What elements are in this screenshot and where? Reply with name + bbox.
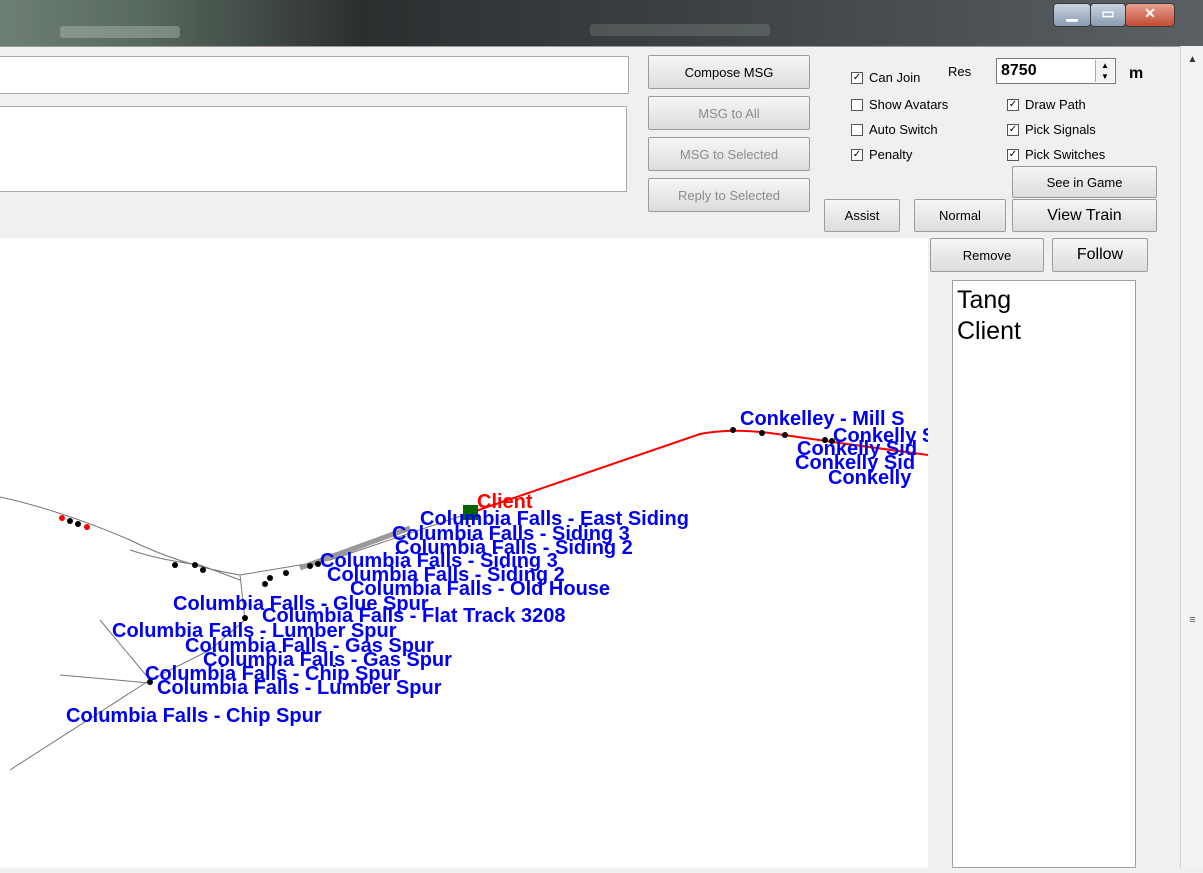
title-blur (60, 26, 180, 38)
auto-switch-checkbox[interactable]: Auto Switch (851, 122, 938, 137)
assist-button[interactable]: Assist (824, 199, 900, 232)
switch-node[interactable] (307, 563, 313, 569)
switch-node[interactable] (759, 430, 765, 436)
signal-node[interactable] (59, 515, 65, 521)
switch-node[interactable] (283, 570, 289, 576)
can-join-label: Can Join (869, 70, 921, 85)
switch-node[interactable] (267, 575, 273, 581)
checkbox-box: ✓ (851, 148, 863, 161)
reply-to-selected-button[interactable]: Reply to Selected (648, 178, 810, 212)
list-item[interactable]: Tang (957, 285, 1135, 316)
pick-signals-checkbox[interactable]: ✓ Pick Signals (1007, 122, 1096, 137)
pick-switches-label: Pick Switches (1025, 147, 1106, 162)
track-map-svg[interactable]: Client Conkelley - Mill S Conkelly Si Co… (0, 238, 941, 868)
maximize-icon: ▭ (1101, 5, 1115, 21)
spin-up-icon[interactable]: ▲ (1096, 60, 1114, 71)
follow-button[interactable]: Follow (1052, 238, 1148, 272)
switch-node[interactable] (200, 567, 206, 573)
track-map[interactable]: Client Conkelley - Mill S Conkelly Si Co… (0, 238, 941, 868)
checkbox-box: ✓ (1007, 148, 1019, 161)
window-titlebar: ▁ ▭ ✕ (0, 0, 1203, 46)
msg-to-all-button[interactable]: MSG to All (648, 96, 810, 130)
remove-button[interactable]: Remove (930, 238, 1044, 272)
switch-node[interactable] (782, 432, 788, 438)
minimize-button[interactable]: ▁ (1053, 3, 1091, 27)
title-blur (590, 24, 770, 36)
scroll-up-icon[interactable]: ▲ (1181, 54, 1203, 65)
track-spur (199, 564, 241, 581)
close-icon: ✕ (1144, 5, 1156, 21)
penalty-label: Penalty (869, 147, 913, 162)
scroll-grip-icon[interactable]: ≡ (1181, 614, 1203, 626)
vertical-scrollbar[interactable]: ▲ ≡ (1180, 46, 1203, 868)
spin-down-icon[interactable]: ▼ (1096, 71, 1114, 82)
minimize-icon: ▁ (1066, 5, 1078, 21)
location-label: Columbia Falls - Lumber Spur (157, 677, 442, 699)
switch-node[interactable] (172, 562, 178, 568)
msg-to-selected-button[interactable]: MSG to Selected (648, 137, 810, 171)
separator (0, 46, 1180, 47)
res-spinner[interactable]: 8750 ▲ ▼ (996, 58, 1116, 84)
switch-node[interactable] (730, 427, 736, 433)
res-value: 8750 (1001, 62, 1037, 79)
track-spur (129, 549, 201, 566)
checkbox-box: ✓ (851, 71, 863, 84)
close-button[interactable]: ✕ (1125, 3, 1175, 27)
switch-node[interactable] (67, 518, 73, 524)
see-in-game-button[interactable]: See in Game (1012, 166, 1157, 198)
list-item[interactable]: Client (957, 316, 1135, 347)
view-train-button[interactable]: View Train (1012, 199, 1157, 232)
location-label: Columbia Falls - Chip Spur (66, 705, 322, 727)
show-avatars-label: Show Avatars (869, 97, 949, 112)
compose-msg-button[interactable]: Compose MSG (648, 55, 810, 89)
res-label: Res (948, 64, 972, 79)
switch-node[interactable] (192, 562, 198, 568)
location-label: Conkelly (828, 467, 912, 489)
checkbox-box (851, 98, 863, 111)
track-spur (59, 674, 151, 684)
message-log[interactable] (0, 106, 627, 192)
player-list[interactable]: Tang Client (952, 280, 1136, 868)
spinner-arrows[interactable]: ▲ ▼ (1095, 60, 1114, 82)
show-avatars-checkbox[interactable]: Show Avatars (851, 97, 948, 112)
normal-button[interactable]: Normal (914, 199, 1006, 232)
can-join-checkbox[interactable]: ✓ Can Join (851, 70, 920, 85)
switch-node[interactable] (262, 581, 268, 587)
signal-node[interactable] (84, 524, 90, 530)
switch-node[interactable] (75, 521, 81, 527)
auto-switch-label: Auto Switch (869, 122, 938, 137)
draw-path-label: Draw Path (1025, 97, 1086, 112)
checkbox-box (851, 123, 863, 136)
pick-signals-label: Pick Signals (1025, 122, 1096, 137)
message-input[interactable] (0, 56, 629, 94)
pick-switches-checkbox[interactable]: ✓ Pick Switches (1007, 147, 1105, 162)
res-unit: m (1129, 65, 1144, 82)
maximize-button[interactable]: ▭ (1090, 3, 1126, 27)
draw-path-checkbox[interactable]: ✓ Draw Path (1007, 97, 1086, 112)
checkbox-box: ✓ (1007, 123, 1019, 136)
checkbox-box: ✓ (1007, 98, 1019, 111)
penalty-checkbox[interactable]: ✓ Penalty (851, 147, 912, 162)
